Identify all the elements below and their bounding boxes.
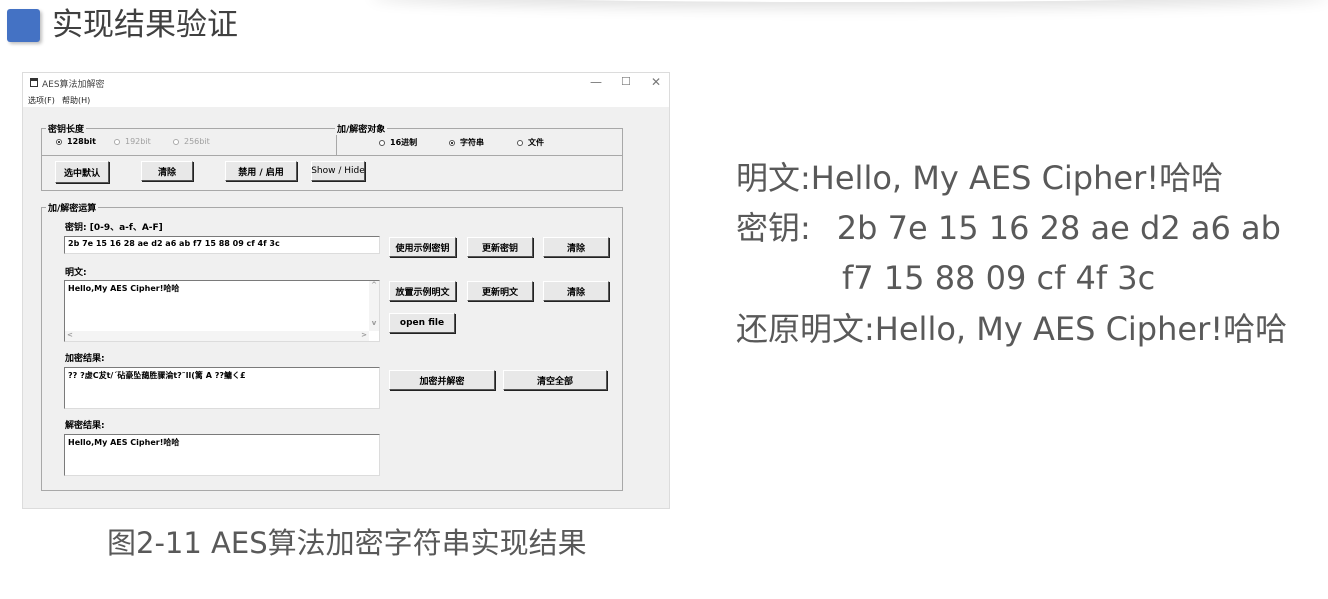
key-length-group: 密钥长度 128bit 192bit 256bit	[41, 122, 337, 156]
key-line: 密钥: 2b 7e 15 16 28 ae d2 a6 ab	[736, 208, 1281, 248]
select-default-button[interactable]: 选中默认	[55, 161, 109, 183]
cipher-output[interactable]: ?? ?虚C犮t/´砧豪坠藹胜骤淪t?˜ll(篱 A ??鳙く£	[64, 367, 380, 409]
radio-file[interactable]: 文件	[517, 137, 544, 148]
clear-key-button[interactable]: 清除	[543, 237, 609, 257]
title-marker	[7, 9, 40, 42]
radio-128bit[interactable]: 128bit	[56, 137, 96, 146]
key-input[interactable]: 2b 7e 15 16 28 ae d2 a6 ab f7 15 88 09 c…	[64, 236, 380, 254]
restored-info-value: Hello, My AES Cipher!哈哈	[874, 310, 1288, 348]
update-key-button[interactable]: 更新密钥	[467, 237, 533, 257]
clear-all-button[interactable]: 清空全部	[503, 370, 607, 390]
radio-256bit: 256bit	[173, 137, 210, 146]
use-example-key-button[interactable]: 使用示例密钥	[389, 237, 456, 257]
key-label: 密钥: [0-9、a-f、A-F]	[65, 223, 163, 233]
plaintext-input[interactable]: Hello,My AES Cipher!哈哈 ^ v < >	[64, 280, 380, 342]
minimize-button[interactable]: —	[590, 75, 602, 89]
encrypt-decrypt-button[interactable]: 加密并解密	[389, 370, 495, 390]
cipher-label: 加密结果:	[65, 354, 105, 364]
app-icon	[30, 78, 38, 87]
key-info-label: 密钥:	[736, 209, 811, 247]
radio-dot-icon	[449, 139, 455, 146]
radio-192bit: 192bit	[114, 137, 151, 146]
close-button[interactable]: ✕	[651, 75, 661, 89]
restored-info-label: 还原明文:	[736, 310, 875, 348]
clear-button[interactable]: 清除	[141, 161, 193, 181]
scroll-up-icon: ^	[371, 281, 377, 289]
key-info-value-1: 2b 7e 15 16 28 ae d2 a6 ab	[836, 209, 1281, 247]
scroll-down-icon: v	[371, 319, 377, 327]
open-file-button[interactable]: open file	[389, 313, 455, 333]
radio-hex[interactable]: 16进制	[379, 137, 417, 148]
key-length-legend: 密钥长度	[46, 122, 87, 135]
radio-dot-icon	[173, 138, 179, 145]
radio-dot-icon	[379, 139, 385, 146]
plaintext-value: Hello,My AES Cipher!哈哈	[68, 284, 180, 293]
operation-group: 加/解密运算 密钥: [0-9、a-f、A-F] 2b 7e 15 16 28 …	[41, 201, 623, 491]
plaintext-info-value: Hello, My AES Cipher!哈哈	[810, 159, 1224, 197]
object-group: 加/解密对象 16进制 字符串 文件	[331, 122, 623, 156]
aes-app-window: AES算法加解密 — ☐ ✕ 选项(F) 帮助(H) 密钥长度 128bit 1…	[22, 72, 670, 509]
scroll-right-icon: >	[361, 331, 367, 339]
title-bar: AES算法加解密 — ☐ ✕	[23, 73, 669, 93]
menu-bar: 选项(F) 帮助(H)	[23, 93, 669, 107]
radio-dot-icon	[56, 138, 62, 145]
plaintext-hscroll[interactable]: < >	[65, 331, 369, 341]
scroll-left-icon: <	[67, 331, 73, 339]
slide-title: 实现结果验证	[52, 7, 238, 43]
radio-dot-icon	[517, 139, 523, 146]
toggle-button[interactable]: 禁用 / 启用	[225, 161, 297, 181]
decrypt-output[interactable]: Hello,My AES Cipher!哈哈	[64, 434, 380, 476]
object-legend: 加/解密对象	[335, 122, 388, 135]
window-title: AES算法加解密	[42, 80, 105, 90]
place-example-plaintext-button[interactable]: 放置示例明文	[389, 281, 456, 301]
buttons-row-group: 选中默认 清除 禁用 / 启用 Show / Hide	[41, 155, 623, 191]
update-plaintext-button[interactable]: 更新明文	[467, 281, 533, 301]
plaintext-label: 明文:	[65, 268, 87, 278]
radio-string[interactable]: 字符串	[449, 137, 484, 148]
menu-help[interactable]: 帮助(H)	[62, 95, 90, 106]
plaintext-info-label: 明文:	[736, 159, 811, 197]
plaintext-vscroll[interactable]: ^ v	[369, 281, 379, 331]
key-line-2: f7 15 88 09 cf 4f 3c	[842, 259, 1156, 297]
restored-line: 还原明文:Hello, My AES Cipher!哈哈	[736, 309, 1287, 349]
operation-legend: 加/解密运算	[46, 201, 99, 214]
decrypt-label: 解密结果:	[65, 421, 105, 431]
show-hide-button[interactable]: Show / Hide	[311, 161, 365, 181]
radio-dot-icon	[114, 138, 120, 145]
header-shadow	[370, 0, 1328, 2]
plaintext-line: 明文:Hello, My AES Cipher!哈哈	[736, 158, 1223, 198]
figure-caption: 图2-11 AES算法加密字符串实现结果	[107, 526, 587, 560]
menu-options[interactable]: 选项(F)	[28, 95, 55, 106]
clear-plaintext-button[interactable]: 清除	[543, 281, 609, 301]
maximize-button[interactable]: ☐	[621, 75, 631, 89]
